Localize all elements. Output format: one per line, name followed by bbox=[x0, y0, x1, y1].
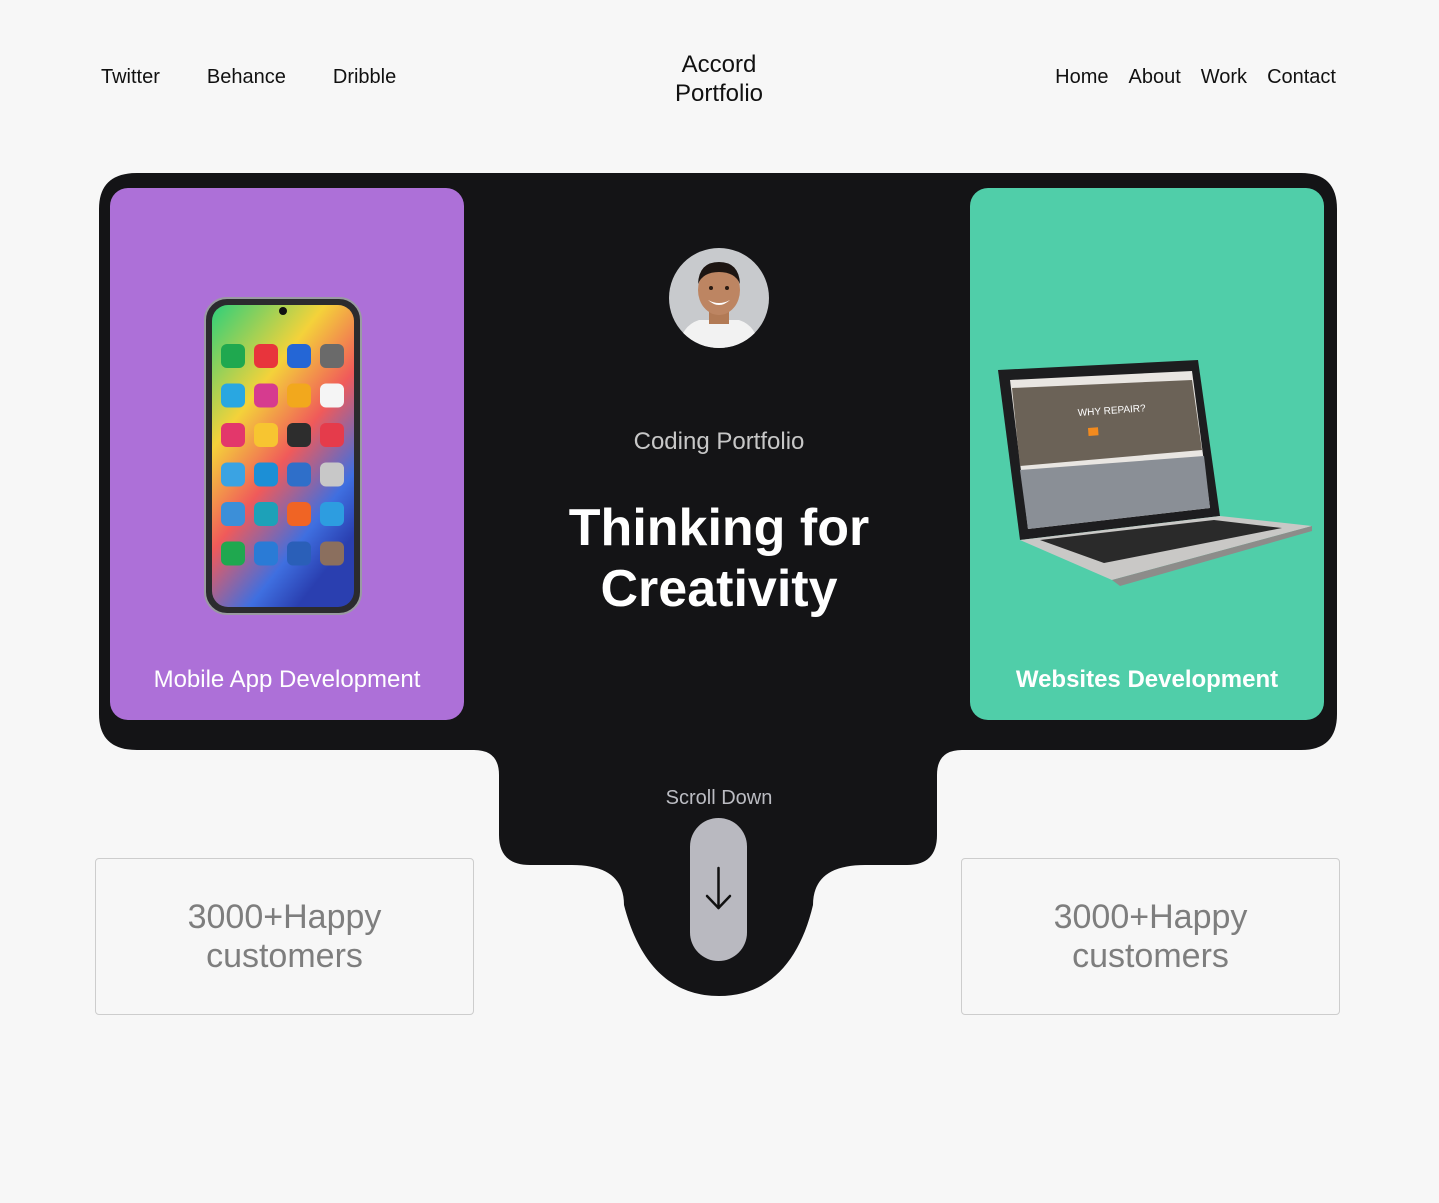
app-icon bbox=[254, 462, 278, 487]
arrow-down-icon bbox=[705, 866, 732, 910]
nav-work[interactable]: Work bbox=[1201, 66, 1247, 89]
headline-line-1: Thinking for bbox=[568, 499, 870, 557]
stat-text: 3000+Happy customers bbox=[187, 897, 382, 975]
headline-line-2: Creativity bbox=[600, 560, 838, 618]
nav-about[interactable]: About bbox=[1128, 66, 1180, 89]
nav-home[interactable]: Home bbox=[1055, 66, 1108, 89]
app-icon bbox=[320, 344, 344, 368]
mobile-app-card[interactable]: Mobile App Development bbox=[110, 188, 464, 720]
app-icon bbox=[254, 423, 278, 447]
stat-text: 3000+Happy customers bbox=[1053, 897, 1248, 975]
app-icon bbox=[221, 423, 245, 447]
websites-card[interactable]: WHY REPAIR? Websites Development bbox=[970, 188, 1324, 720]
app-icon bbox=[287, 383, 311, 408]
app-icon bbox=[221, 383, 245, 408]
twitter-link[interactable]: Twitter bbox=[101, 66, 160, 89]
app-icon bbox=[320, 541, 344, 566]
avatar-portrait bbox=[669, 248, 769, 348]
brand-logo[interactable]: Accord Portfolio bbox=[619, 50, 819, 108]
app-icon bbox=[320, 462, 344, 487]
app-icon bbox=[221, 502, 245, 526]
mobile-card-title: Mobile App Development bbox=[153, 666, 421, 693]
avatar bbox=[669, 248, 769, 348]
dribble-link[interactable]: Dribble bbox=[333, 66, 396, 89]
app-icon bbox=[320, 423, 344, 447]
app-icon bbox=[287, 541, 311, 566]
stat-card-right: 3000+Happy customers bbox=[961, 858, 1340, 1015]
app-icon bbox=[320, 383, 344, 408]
app-icon bbox=[287, 344, 311, 368]
social-nav: Twitter Behance Dribble bbox=[101, 66, 396, 89]
app-icon bbox=[287, 502, 311, 526]
app-icon bbox=[254, 541, 278, 566]
nav-contact[interactable]: Contact bbox=[1267, 66, 1336, 89]
smartphone-illustration bbox=[204, 297, 362, 615]
hero-headline: Thinking for Creativity bbox=[519, 498, 919, 620]
app-icon bbox=[287, 462, 311, 487]
app-icon bbox=[287, 423, 311, 447]
stat-card-left: 3000+Happy customers bbox=[95, 858, 474, 1015]
scroll-down-button[interactable] bbox=[690, 818, 747, 961]
websites-card-title: Websites Development bbox=[1015, 666, 1279, 693]
scroll-down-label: Scroll Down bbox=[665, 787, 773, 809]
app-icon bbox=[254, 502, 278, 526]
app-icon bbox=[320, 502, 344, 526]
main-nav: Home About Work Contact bbox=[1055, 66, 1336, 89]
behance-link[interactable]: Behance bbox=[207, 66, 286, 89]
brand-line-1: Accord bbox=[681, 51, 757, 78]
app-icon bbox=[254, 344, 278, 368]
laptop-illustration: WHY REPAIR? bbox=[998, 360, 1312, 586]
app-icon bbox=[221, 344, 245, 368]
app-icon bbox=[221, 541, 245, 566]
hero-eyebrow: Coding Portfolio bbox=[633, 428, 805, 455]
brand-line-2: Portfolio bbox=[674, 80, 764, 107]
app-icon bbox=[221, 462, 245, 487]
app-icon bbox=[254, 383, 278, 408]
